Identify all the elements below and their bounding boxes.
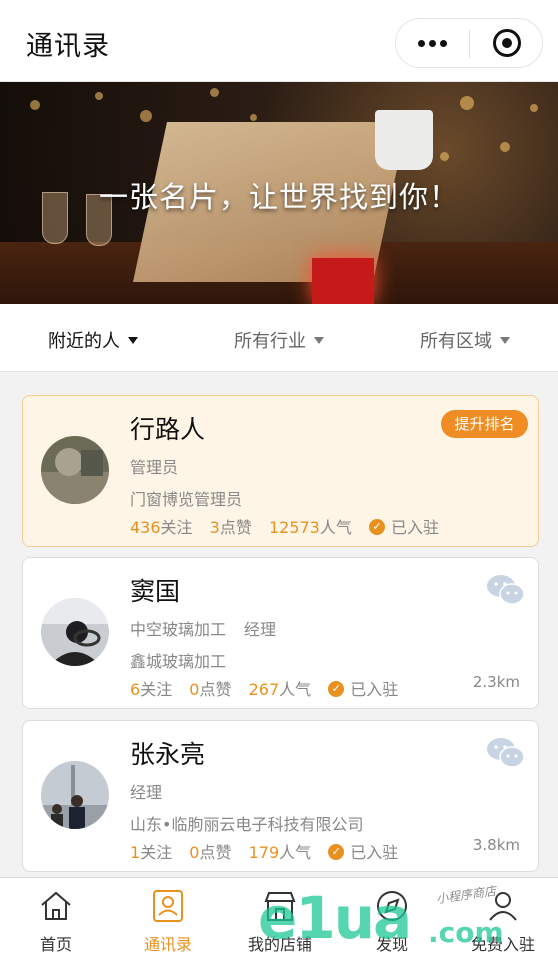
contact-company: 山东•临朐丽云电子科技有限公司 (130, 815, 364, 834)
distance-label: 2.3km (472, 673, 520, 691)
contact-role: 管理员 (130, 458, 179, 477)
contact-role: 经理 (130, 783, 163, 802)
contact-card[interactable]: 窦国 中空玻璃加工 经理 鑫城玻璃加工 6关注 0点赞 267人气 ✓ 已入驻 2.… (22, 557, 539, 709)
verified-check-icon: ✓ (328, 680, 345, 697)
filter-label: 所有区域 (420, 331, 492, 352)
banner[interactable]: 一张名片，让世界找到你！ (0, 82, 558, 304)
distance-label: 3.8km (472, 836, 520, 854)
compass-icon (377, 891, 407, 921)
more-menu-icon[interactable] (414, 29, 450, 57)
contact-stats: 6关注 0点赞 267人气 ✓ 已入驻 (130, 680, 399, 699)
tab-home[interactable]: 首页 (0, 878, 112, 960)
filter-bar: 附近的人 所有行业 所有区域 (0, 304, 558, 372)
tab-label: 通讯录 (143, 935, 192, 954)
close-miniprogram-icon[interactable] (493, 29, 521, 57)
page-title: 通讯录 (26, 31, 110, 62)
caret-down-icon (314, 336, 324, 344)
contact-company: 门窗博览管理员 (130, 490, 243, 509)
filter-region[interactable]: 所有区域 (420, 327, 510, 353)
contact-name: 行路人 (130, 415, 206, 444)
user-add-icon (489, 892, 517, 921)
filter-industry[interactable]: 所有行业 (234, 327, 324, 353)
tab-label: 我的店铺 (247, 935, 312, 954)
contact-name: 张永亮 (130, 740, 206, 769)
tab-contacts[interactable]: 通讯录 (112, 878, 224, 960)
contact-stats: 436关注 3点赞 12573人气 ✓ 已入驻 (130, 518, 439, 537)
banner-slogan: 一张名片，让世界找到你！ (98, 180, 459, 214)
banner-candle (312, 258, 374, 304)
contacts-icon (153, 890, 183, 922)
tab-my-store[interactable]: 我的店铺 (224, 878, 336, 960)
caret-down-icon (128, 336, 138, 344)
tab-bar: 首页 通讯录 我的店铺 发现 免费入驻 (0, 877, 558, 960)
boost-ranking-button[interactable]: 提升排名 (441, 410, 528, 438)
caret-down-icon (500, 336, 510, 344)
wechat-icon[interactable] (486, 574, 526, 606)
filter-label: 附近的人 (48, 331, 120, 352)
filter-label: 所有行业 (234, 331, 306, 352)
tab-label: 首页 (39, 935, 72, 954)
miniprogram-capsule (395, 18, 543, 68)
filter-nearby[interactable]: 附近的人 (48, 327, 138, 353)
tab-label: 发现 (375, 935, 408, 954)
contact-name: 窦国 (130, 577, 181, 606)
avatar (41, 436, 109, 504)
verified-check-icon: ✓ (368, 518, 385, 535)
tab-free-join[interactable]: 免费入驻 (448, 878, 558, 960)
tab-label: 免费入驻 (470, 935, 535, 954)
store-icon (264, 892, 296, 921)
nav-bar: 通讯录 (0, 0, 558, 82)
wechat-icon[interactable] (486, 737, 526, 769)
home-icon (41, 891, 71, 920)
capsule-divider (469, 30, 470, 58)
avatar (41, 761, 109, 829)
contact-card[interactable]: 张永亮 经理 山东•临朐丽云电子科技有限公司 1关注 0点赞 179人气 ✓ 已入… (22, 720, 539, 872)
contact-stats: 1关注 0点赞 179人气 ✓ 已入驻 (130, 843, 399, 862)
tab-discover[interactable]: 发现 (336, 878, 448, 960)
banner-cup (375, 110, 433, 170)
contact-card[interactable]: 行路人 管理员 门窗博览管理员 436关注 3点赞 12573人气 ✓ 已入驻 提… (22, 395, 539, 547)
avatar (41, 598, 109, 666)
contact-company: 鑫城玻璃加工 (130, 652, 227, 671)
verified-check-icon: ✓ (328, 843, 345, 860)
contact-role: 中空玻璃加工 经理 (130, 620, 277, 639)
